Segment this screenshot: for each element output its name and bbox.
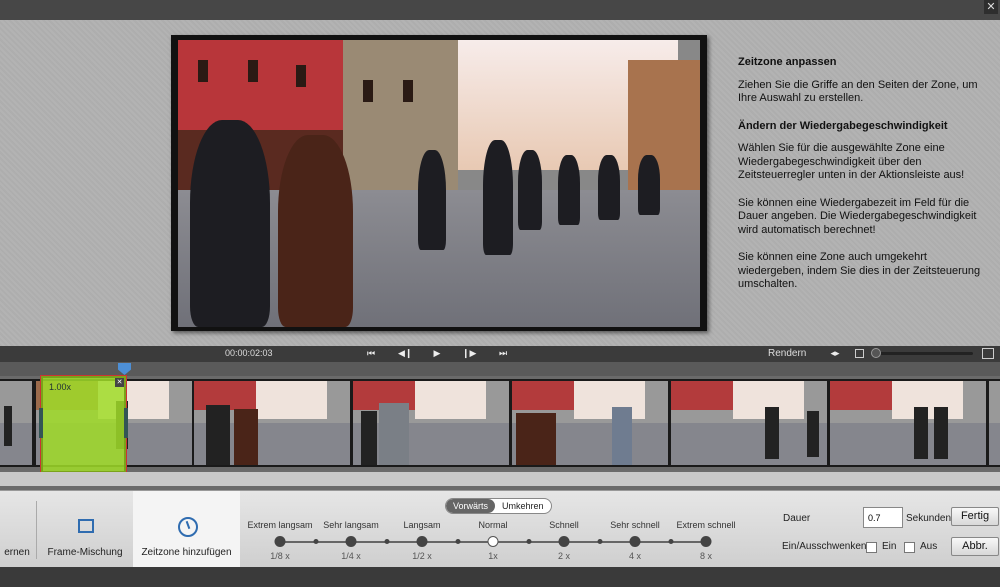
speed-value: 4 x [628,551,642,561]
clip-thumbnail [194,381,350,465]
zoom-slider-track[interactable] [873,352,973,355]
clip-strip[interactable] [0,379,1000,467]
speed-stop[interactable] [629,536,641,547]
speed-value: 1/2 x [412,551,432,561]
clip-thumbnail [989,381,1000,465]
play-icon[interactable]: ▶ [430,347,444,361]
help-heading-speed: Ändern der Wiedergabegeschwindigkeit [738,119,948,132]
remove-zone-label: ernen [4,547,30,558]
close-icon[interactable]: ✕ [984,0,998,14]
frame-blend-label: Frame-Mischung [47,547,123,558]
speed-stop[interactable] [416,536,428,547]
speed-value: 2 x [557,551,571,561]
zoom-in-icon[interactable] [982,348,994,359]
speed-stop[interactable] [274,536,286,547]
clip-thumbnail [830,381,986,465]
help-heading-adjust-zone: Zeitzone anpassen [738,56,837,68]
step-forward-icon[interactable]: ❙▶ [462,347,476,361]
step-back-icon[interactable]: ◀❙ [398,347,412,361]
clip-thumbnail [671,381,827,465]
zone-delete-icon[interactable]: ✕ [115,378,124,387]
timeline: 1.00x ✕ [0,362,1000,490]
speed-stop[interactable] [487,536,499,547]
video-preview [171,35,707,331]
zoom-slider-knob[interactable] [871,348,881,358]
clip-thumbnail [512,381,668,465]
time-zone-selection[interactable]: 1.00x ✕ [39,375,128,474]
speed-stop[interactable] [345,536,357,547]
speed-value: 1/8 x [270,551,290,561]
direction-reverse[interactable]: Umkehren [495,499,551,513]
duration-input[interactable] [863,507,903,528]
timeline-ruler[interactable] [0,362,1000,376]
speed-value: 1/4 x [341,551,361,561]
speed-intermediate-stop[interactable] [384,539,389,544]
frame-blend-button[interactable]: Frame-Mischung [38,491,132,568]
duration-unit-label: Sekunden [906,513,952,524]
speed-label: Extrem langsam [247,520,313,530]
speed-intermediate-stop[interactable] [597,539,602,544]
video-frame-image [178,40,700,327]
speed-label: Sehr langsam [323,520,379,530]
speed-label: Extrem schnell [676,520,736,530]
action-bar: ernen Frame-Mischung Zeitzone hinzufügen… [0,490,1000,568]
speed-label: Langsam [403,520,441,530]
speed-label: Sehr schnell [610,520,660,530]
transport-bar: 00:00:02:03 ⏮ ◀❙ ▶ ❙▶ ⏭ Rendern ◂▸ [0,346,1000,362]
speed-label: Normal [478,520,508,530]
film-frames-icon [78,519,94,533]
zone-right-handle[interactable] [124,408,128,438]
preview-panel: Zeitzone anpassen Ziehen Sie die Griffe … [0,20,1000,346]
title-bar: ✕ [0,0,1000,20]
help-text-duration: Sie können eine Wiedergabezeit im Feld f… [738,196,977,236]
timeline-scrollbar[interactable] [0,472,1000,486]
status-bar [0,567,1000,587]
fade-out-label: Aus [920,541,938,552]
speed-label: Schnell [549,520,579,530]
add-time-zone-label: Zeitzone hinzufügen [141,547,232,558]
zoom-out-icon[interactable] [855,349,864,358]
speed-intermediate-stop[interactable] [455,539,460,544]
go-to-start-icon[interactable]: ⏮ [364,347,378,361]
clip-thumbnail [0,381,32,465]
speed-value: 8 x [699,551,713,561]
timecode: 00:00:02:03 [225,348,273,358]
help-text-adjust-zone: Ziehen Sie die Griffe an den Seiten der … [738,78,978,105]
help-panel: Zeitzone anpassen Ziehen Sie die Griffe … [738,56,988,306]
zone-left-handle[interactable] [39,408,43,438]
speed-stop[interactable] [558,536,570,547]
fade-in-checkbox[interactable] [866,542,877,553]
remove-zone-button[interactable]: ernen [0,491,34,568]
clip-thumbnail [353,381,509,465]
clock-icon [178,517,198,537]
zone-speed-label: 1.00x [49,382,72,392]
help-text-speed: Wählen Sie für die ausgewählte Zone eine… [738,142,965,181]
separator [36,501,37,559]
speed-value: 1x [488,551,498,561]
speed-stop[interactable] [700,536,712,547]
done-button[interactable]: Fertig [951,507,999,526]
direction-toggle[interactable]: Vorwärts Umkehren [445,498,552,514]
duration-label: Dauer [783,513,811,524]
speed-intermediate-stop[interactable] [313,539,318,544]
fade-label: Ein/Ausschwenken [782,541,867,552]
fade-out-checkbox[interactable] [904,542,915,553]
speed-intermediate-stop[interactable] [526,539,531,544]
go-to-end-icon[interactable]: ⏭ [496,347,510,361]
render-label[interactable]: Rendern [768,348,806,359]
direction-forward[interactable]: Vorwärts [446,499,496,513]
add-time-zone-button[interactable]: Zeitzone hinzufügen [133,491,240,568]
help-text-reverse: Sie können eine Zone auch umgekehrt wied… [738,251,981,290]
speed-intermediate-stop[interactable] [668,539,673,544]
fade-in-label: Ein [882,541,897,552]
fit-timeline-icon[interactable]: ◂▸ [828,347,842,361]
cancel-button[interactable]: Abbr. [951,537,999,556]
